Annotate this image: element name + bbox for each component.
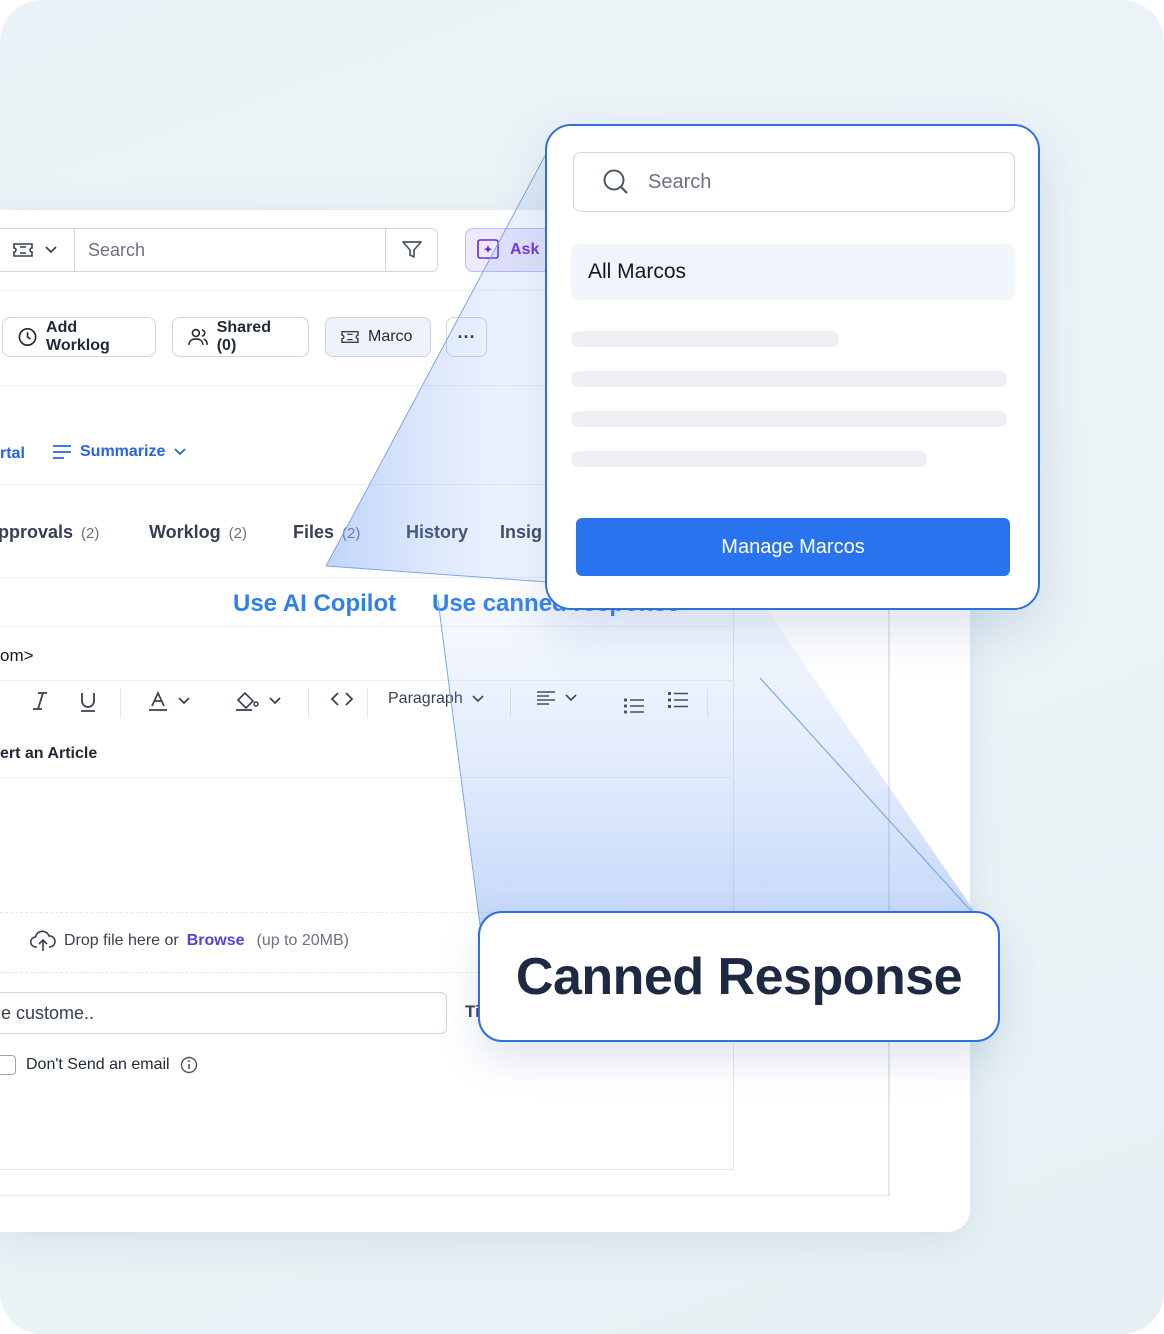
tab-label: pprovals [0,522,74,542]
callout-title: Canned Response [515,947,963,1006]
paragraph-style-dropdown[interactable]: Paragraph [388,690,485,708]
chevron-down-icon [44,246,57,254]
insert-article-button[interactable]: ert an Article [0,745,97,763]
divider [0,626,734,627]
summarize-label: Summarize [80,443,166,460]
more-options-button[interactable]: ··· [446,317,487,357]
paint-bucket-icon [236,691,259,711]
shared-button[interactable]: Shared (0) [172,317,309,357]
ticket-icon [341,330,359,344]
browse-link[interactable]: Browse [187,932,245,950]
bullet-list-icon [623,698,644,714]
underline-button[interactable] [78,690,98,714]
tab-count: (2) [342,525,361,542]
chevron-down-icon [565,694,577,702]
search-input[interactable]: Search [74,228,386,272]
loading-skeleton [571,451,927,467]
tab-history[interactable]: History [406,522,468,543]
loading-skeleton [571,411,1007,427]
manage-marcos-button[interactable]: Manage Marcos [576,518,1010,576]
panel-bottom-divider [0,1195,890,1196]
divider [0,777,734,778]
tab-label: History [406,522,469,542]
tab-files[interactable]: Files (2) [293,522,360,543]
feature-callout: Canned Response [478,911,1000,1042]
filter-icon [401,241,422,258]
file-dropzone[interactable]: Drop file here or Browse (up to 20MB) [30,930,349,952]
italic-icon [33,692,47,710]
text-color-button[interactable] [147,690,191,712]
users-icon [188,328,209,345]
numbered-list-icon [668,692,688,708]
chevron-down-icon [472,695,484,703]
tab-label: Worklog [149,522,221,542]
toolbar-separator [308,688,309,718]
ask-label: Ask [510,241,540,258]
align-left-icon [537,691,555,705]
marco-label: Marco [368,328,413,345]
tab-worklog[interactable]: Worklog (2) [149,522,247,543]
bullet-list-button[interactable] [623,696,645,716]
all-marcos-item[interactable]: All Marcos [571,244,1015,300]
divider [0,290,560,291]
highlight-color-button[interactable] [234,690,282,712]
align-dropdown[interactable] [536,690,578,706]
loading-skeleton [571,331,839,347]
shared-label: Shared (0) [216,319,271,354]
tab-label: Insig [500,522,543,542]
marco-button[interactable]: Marco [325,317,431,357]
upload-limit: (up to 20MB) [256,932,349,949]
code-icon [330,692,354,706]
paragraph-style-label: Paragraph [388,690,463,707]
underline-icon [81,693,95,712]
dont-send-checkbox[interactable] [0,1055,16,1075]
clock-plus-icon [18,328,37,346]
divider [0,680,734,681]
numbered-list-button[interactable] [667,690,689,710]
popup-search-placeholder: Search [648,170,712,193]
ellipsis-icon: ··· [457,326,476,347]
add-worklog-label: Add Worklog [46,319,110,354]
toolbar-separator [707,688,708,718]
toolbar-separator [120,688,121,718]
info-icon [180,1056,197,1074]
tab-approvals[interactable]: pprovals (2) [0,522,99,543]
background-stage: Search Ask Add Worklog Shared (0) Marco … [0,0,1164,1334]
customer-input[interactable]: e custome.. [0,992,447,1034]
lines-icon [53,445,71,459]
editor-frame [0,580,734,1170]
popup-search-input[interactable]: Search [573,152,1015,212]
tab-count: (2) [228,525,248,542]
toolbar-separator [367,688,368,718]
add-worklog-button[interactable]: Add Worklog [2,317,156,357]
ticket-icon [12,243,33,257]
search-icon [603,169,628,194]
sparkle-icon [477,239,499,259]
cloud-upload-icon [30,930,56,951]
chevron-down-icon [269,697,281,705]
ticket-type-dropdown[interactable] [0,228,74,272]
text-color-icon [149,690,167,711]
loading-skeleton [571,371,1007,387]
code-button[interactable] [330,690,354,708]
tab-insights[interactable]: Insig [500,522,542,543]
macro-picker-popup: Search All Marcos Manage Marcos [545,124,1040,610]
use-ai-copilot-link[interactable]: Use AI Copilot [233,590,396,618]
drop-text: Drop file here or [64,932,179,949]
portal-link[interactable]: rtal [0,445,25,463]
dont-send-email-option[interactable]: Don't Send an email [0,1055,198,1075]
italic-button[interactable] [30,690,50,712]
tab-label: Files [293,522,335,542]
recipient-address: om> [0,646,34,665]
divider [0,484,560,485]
divider [0,385,560,386]
chevron-down-icon [174,448,187,456]
filter-button[interactable] [386,228,438,272]
dont-send-label: Don't Send an email [26,1056,170,1073]
tab-count: (2) [81,525,100,542]
chevron-down-icon [178,697,190,705]
summarize-button[interactable]: Summarize [52,443,187,461]
toolbar-separator [510,688,511,718]
